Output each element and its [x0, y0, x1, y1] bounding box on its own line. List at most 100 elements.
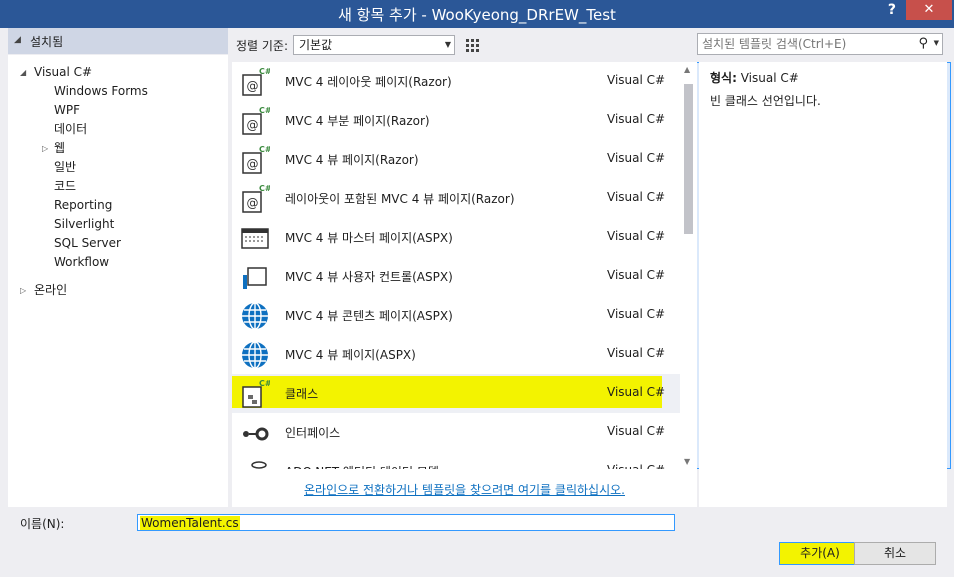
interface-icon	[240, 418, 270, 448]
name-value: WomenTalent.cs	[140, 516, 240, 530]
template-language: Visual C#	[607, 190, 666, 204]
globe-icon	[240, 340, 270, 370]
razor-icon: C#@	[240, 67, 272, 97]
installed-header[interactable]: ◢ 설치됨	[8, 28, 228, 54]
help-button[interactable]: ?	[888, 2, 896, 18]
name-label: 이름(N):	[20, 517, 65, 531]
detail-pane: 형식: Visual C# 빈 클래스 선언입니다.	[699, 62, 947, 507]
detail-type-value: Visual C#	[740, 71, 799, 85]
class-icon: C#	[240, 379, 272, 409]
tree-item[interactable]: ◢ Visual C#	[8, 63, 228, 82]
tree-item[interactable]: ▷ 웹	[8, 139, 228, 158]
tree-item[interactable]: Reporting	[8, 196, 228, 215]
template-language: Visual C#	[607, 73, 666, 87]
tree-item[interactable]: Silverlight	[8, 215, 228, 234]
tree-item-label: Windows Forms	[54, 84, 148, 98]
sort-value: 기본값	[299, 38, 333, 52]
tree-item[interactable]: 코드	[8, 177, 228, 196]
online-link-area: 온라인으로 전환하거나 템플릿을 찾으려면 여기를 클릭하십시오.	[232, 469, 697, 507]
tree-item[interactable]: 데이터	[8, 120, 228, 139]
tree-item[interactable]: Windows Forms	[8, 82, 228, 101]
collapse-icon[interactable]: ◢	[20, 63, 32, 82]
chevron-down-icon: ▼	[444, 40, 451, 49]
detail-type: 형식: Visual C#	[710, 69, 799, 86]
template-name: 레이아웃이 포함된 MVC 4 뷰 페이지(Razor)	[285, 192, 515, 206]
tree-item-label: Reporting	[54, 198, 113, 212]
close-button[interactable]: ✕	[906, 0, 952, 20]
template-name: MVC 4 레이아웃 페이지(Razor)	[285, 75, 452, 89]
tree-item[interactable]: SQL Server	[8, 234, 228, 253]
tree-item[interactable]: WPF	[8, 101, 228, 120]
tree-item-label: Visual C#	[34, 65, 93, 79]
tree-item[interactable]: 일반	[8, 158, 228, 177]
collapse-icon: ◢	[14, 35, 21, 45]
sort-dropdown[interactable]: 기본값 ▼	[293, 35, 455, 55]
template-row[interactable]: MVC 4 뷰 페이지(ASPX) Visual C#	[232, 335, 680, 374]
template-list: C#@MVC 4 레이아웃 페이지(Razor)Visual C#C#@MVC …	[232, 62, 697, 469]
name-field[interactable]: WomenTalent.cs	[137, 514, 675, 531]
scroll-up-icon[interactable]: ▲	[684, 65, 690, 74]
template-row[interactable]: ADO.NET 엔터티 데이터 모델Visual C#	[232, 452, 680, 469]
template-name: MVC 4 뷰 사용자 컨트롤(ASPX)	[285, 270, 453, 284]
svg-text:@: @	[247, 79, 259, 93]
globe-icon	[240, 301, 270, 331]
cancel-button[interactable]: 취소	[854, 542, 936, 565]
online-templates-link[interactable]: 온라인으로 전환하거나 템플릿을 찾으려면 여기를 클릭하십시오.	[304, 483, 625, 497]
template-language: Visual C#	[607, 424, 666, 438]
template-name: MVC 4 부분 페이지(Razor)	[285, 114, 430, 128]
template-row[interactable]: MVC 4 뷰 사용자 컨트롤(ASPX) Visual C#	[232, 257, 680, 296]
grid-view-button[interactable]	[462, 35, 482, 55]
template-list-scrollbar[interactable]: ▲ ▼	[680, 62, 697, 469]
tree-item[interactable]: ▷ 온라인	[8, 281, 228, 300]
template-language: Visual C#	[607, 268, 666, 282]
template-row[interactable]: MVC 4 뷰 마스터 페이지(ASPX) Visual C#	[232, 218, 680, 257]
template-row[interactable]: 인터페이스 Visual C#	[232, 413, 680, 452]
search-options-icon[interactable]: ▼	[934, 39, 939, 47]
tree-item-label: 온라인	[34, 283, 68, 297]
razor-icon: C#@	[240, 106, 272, 136]
bottom-bar: 이름(N): WomenTalent.cs 추가(A) 취소	[0, 507, 954, 577]
tree-item-label: 데이터	[54, 122, 88, 136]
sort-label: 정렬 기준:	[236, 39, 289, 53]
template-row[interactable]: C#@ MVC 4 레이아웃 페이지(Razor) Visual C#	[232, 62, 680, 101]
scroll-down-icon[interactable]: ▼	[684, 457, 690, 466]
template-name: MVC 4 뷰 페이지(Razor)	[285, 153, 419, 167]
installed-label: 설치됨	[30, 35, 64, 49]
template-name: MVC 4 뷰 페이지(ASPX)	[285, 348, 416, 362]
template-row[interactable]: C#@ MVC 4 뷰 페이지(Razor) Visual C#	[232, 140, 680, 179]
category-tree: ◢ Visual C# Windows Forms WPF 데이터 ▷ 웹 일반 코드 Repor…	[8, 55, 228, 507]
template-name: MVC 4 뷰 마스터 페이지(ASPX)	[285, 231, 453, 245]
title-bar: 새 항목 추가 - WooKyeong_DRrEW_Test ? ✕	[0, 0, 954, 28]
user-control-icon	[240, 262, 270, 292]
svg-text:@: @	[247, 157, 259, 171]
expand-icon[interactable]: ▷	[20, 281, 32, 300]
tree-item-label: 일반	[54, 160, 77, 174]
tree-item[interactable]: Workflow	[8, 253, 228, 272]
search-input[interactable]	[702, 36, 907, 52]
tree-item-label: WPF	[54, 103, 81, 117]
tree-item-label: 웹	[54, 141, 66, 155]
template-row[interactable]: C# 클래스 Visual C#	[232, 374, 680, 413]
detail-description: 빈 클래스 선언입니다.	[710, 94, 821, 108]
tree-item-label: Workflow	[54, 255, 110, 269]
expand-icon[interactable]: ▷	[42, 139, 54, 158]
search-icon[interactable]: ⚲	[918, 36, 928, 51]
detail-type-label: 형식:	[710, 71, 737, 85]
data-model-icon	[240, 457, 270, 469]
template-row[interactable]: MVC 4 뷰 콘텐츠 페이지(ASPX) Visual C#	[232, 296, 680, 335]
razor-icon: C#@	[240, 184, 272, 214]
template-language: Visual C#	[607, 229, 666, 243]
template-row[interactable]: C#@ MVC 4 부분 페이지(Razor) Visual C#	[232, 101, 680, 140]
template-name: MVC 4 뷰 콘텐츠 페이지(ASPX)	[285, 309, 453, 323]
svg-text:@: @	[247, 118, 259, 132]
window-title: 새 항목 추가 - WooKyeong_DRrEW_Test	[338, 6, 616, 24]
add-button[interactable]: 추가(A)	[779, 542, 861, 565]
template-name: 인터페이스	[285, 426, 341, 440]
tree-item-label: 코드	[54, 179, 77, 193]
template-row[interactable]: C#@ 레이아웃이 포함된 MVC 4 뷰 페이지(Razor) Visual C#	[232, 179, 680, 218]
scroll-thumb[interactable]	[684, 84, 693, 234]
razor-icon: C#@	[240, 145, 272, 175]
template-language: Visual C#	[607, 385, 666, 399]
tree-item-label: SQL Server	[54, 236, 121, 250]
template-search[interactable]: ⚲ ▼	[697, 33, 943, 55]
